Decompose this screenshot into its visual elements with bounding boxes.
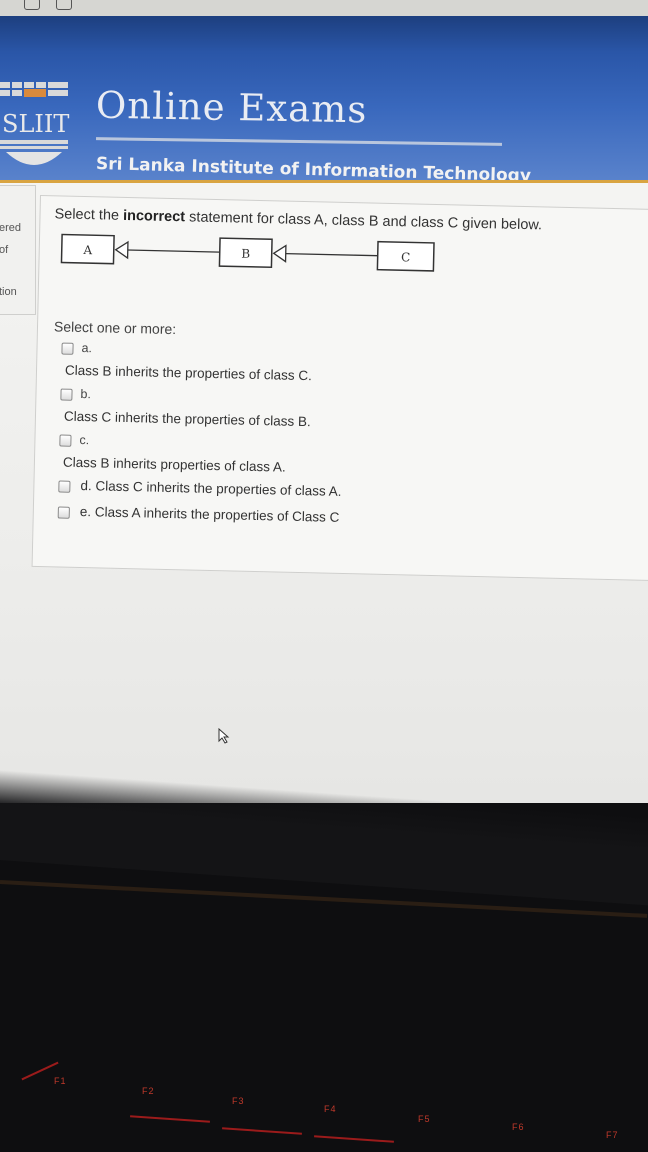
site-header: SLIIT Online Exams Sri Lanka Institute o…	[0, 16, 648, 186]
key-edge	[222, 1127, 302, 1135]
info-status-fragment: ered	[0, 222, 22, 234]
answer-instruction: Select one or more:	[53, 318, 177, 338]
question-box: Select the incorrect statement for class…	[31, 195, 648, 582]
info-marks-fragment: of	[0, 244, 9, 256]
option-e-checkbox[interactable]	[57, 506, 70, 519]
mouse-cursor-icon	[218, 728, 230, 744]
key-edge	[21, 1061, 59, 1081]
inheritance-arrow-icon	[272, 244, 287, 263]
browser-icon[interactable]	[24, 0, 40, 10]
class-c-label: C	[401, 250, 411, 264]
info-flag-fragment[interactable]: tion	[0, 286, 17, 298]
option-c-letter: c.	[79, 432, 90, 448]
class-b-label: B	[241, 247, 250, 261]
option-e-text[interactable]: e. Class A inherits the properties of Cl…	[80, 504, 340, 525]
option-b-text[interactable]: Class C inherits the properties of class…	[64, 409, 311, 430]
key-f4[interactable]: F4	[324, 1104, 337, 1114]
option-b-letter: b.	[80, 386, 92, 402]
option-c-checkbox[interactable]	[59, 434, 72, 447]
option-c-text[interactable]: Class B inherits properties of class A.	[63, 455, 286, 475]
key-f7[interactable]: F7	[606, 1130, 619, 1140]
option-d-checkbox[interactable]	[58, 480, 71, 493]
title-divider	[95, 137, 503, 146]
class-a-label: A	[82, 243, 92, 257]
key-f6[interactable]: F6	[512, 1122, 525, 1132]
key-edge	[130, 1115, 210, 1123]
option-a-text[interactable]: Class B inherits the properties of class…	[65, 363, 312, 384]
question-text: Select the incorrect statement for class…	[54, 206, 543, 234]
option-d-letter: d.	[80, 477, 92, 494]
question-info-panel: ered of tion	[0, 185, 36, 315]
inheritance-arrow-icon	[114, 240, 129, 260]
browser-top-strip	[0, 0, 648, 16]
option-a-checkbox[interactable]	[61, 342, 74, 355]
key-f1[interactable]: F1	[54, 1076, 67, 1086]
page-title: Online Exams	[95, 83, 368, 132]
sliit-logo: SLIIT	[0, 82, 69, 165]
option-b-checkbox[interactable]	[60, 388, 73, 401]
option-a-letter: a.	[81, 340, 93, 356]
key-f2[interactable]: F2	[142, 1086, 155, 1096]
option-e-letter: e.	[79, 503, 92, 520]
logo-text: SLIIT	[2, 110, 69, 138]
uml-class-diagram: A B C	[60, 233, 435, 272]
tab-icon[interactable]	[56, 0, 72, 10]
key-f5[interactable]: F5	[418, 1114, 431, 1124]
key-edge	[314, 1135, 394, 1143]
key-f3[interactable]: F3	[232, 1096, 245, 1106]
option-d-text[interactable]: d. Class C inherits the properties of cl…	[80, 478, 341, 499]
